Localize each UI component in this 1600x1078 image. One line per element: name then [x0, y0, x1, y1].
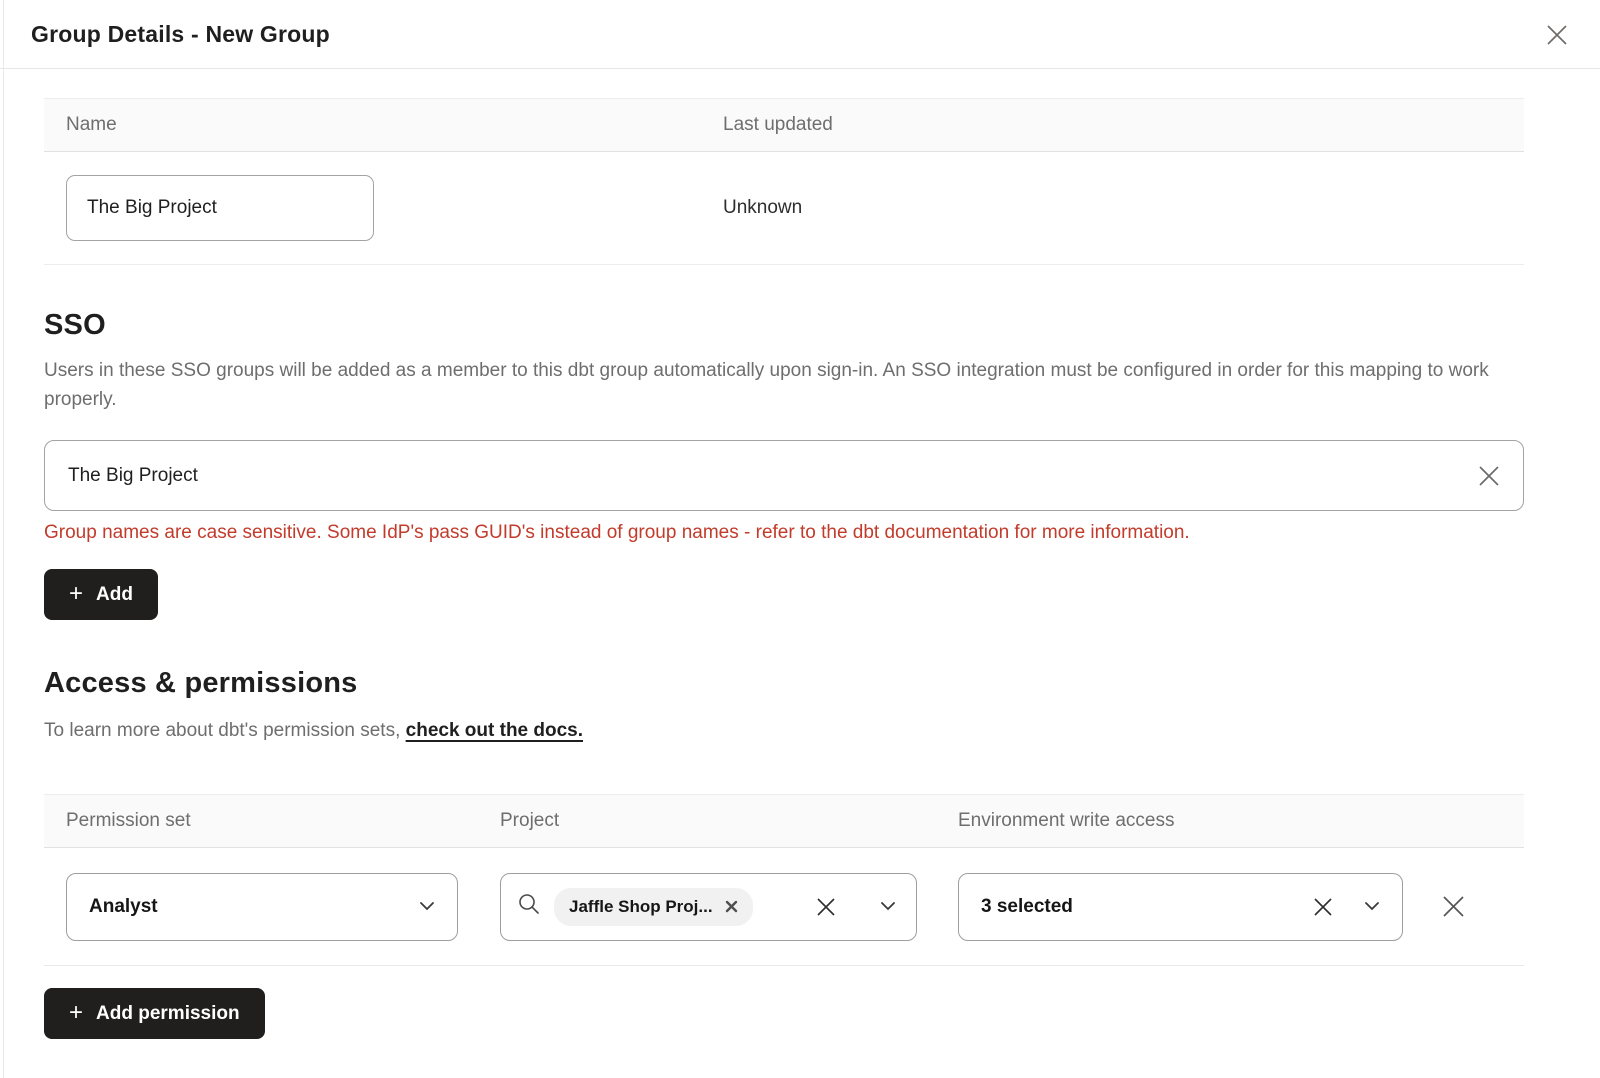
close-icon[interactable] [1542, 20, 1572, 50]
chevron-down-icon [419, 898, 435, 916]
permission-set-value: Analyst [89, 896, 158, 918]
sso-section: SSO Users in these SSO groups will be ad… [44, 309, 1524, 620]
project-tag-remove-icon[interactable] [725, 900, 738, 913]
search-icon [517, 892, 541, 921]
access-permissions-section: Access & permissions To learn more about… [44, 667, 1524, 1039]
permissions-table: Permission set Project Environment write… [44, 794, 1524, 966]
project-tag-label: Jaffle Shop Proj... [569, 897, 713, 917]
docs-link[interactable]: check out the docs. [406, 720, 583, 741]
group-table-row: Unknown [44, 152, 1524, 265]
environment-access-select[interactable]: 3 selected [958, 873, 1403, 941]
permission-row: Analyst Jaffle Shop Proj... [44, 848, 1524, 966]
column-header-environment: Environment write access [958, 810, 1524, 832]
project-select[interactable]: Jaffle Shop Proj... [500, 873, 917, 941]
docs-sentence: To learn more about dbt's permission set… [44, 720, 1524, 742]
project-tag: Jaffle Shop Proj... [554, 888, 753, 926]
sso-clear-icon[interactable] [1474, 461, 1504, 491]
project-clear-icon[interactable] [813, 894, 839, 920]
page-title: Group Details - New Group [31, 21, 330, 48]
add-permission-button-label: Add permission [96, 1003, 240, 1025]
group-table: Name Last updated Unknown [44, 98, 1524, 265]
sso-heading: SSO [44, 309, 1524, 342]
docs-sentence-prefix: To learn more about dbt's permission set… [44, 720, 406, 741]
sso-group-input[interactable] [44, 440, 1524, 511]
access-permissions-heading: Access & permissions [44, 667, 1524, 700]
delete-permission-row-icon[interactable] [1438, 892, 1468, 922]
add-button-label: Add [96, 584, 133, 606]
panel-left-edge [3, 0, 4, 1078]
group-table-header: Name Last updated [44, 98, 1524, 152]
modal-body: Name Last updated Unknown SSO Users in t… [0, 98, 1600, 1039]
modal-header: Group Details - New Group [0, 0, 1600, 69]
permission-set-select[interactable]: Analyst [66, 873, 458, 941]
environment-clear-icon[interactable] [1310, 894, 1336, 920]
add-permission-button[interactable]: + Add permission [44, 988, 265, 1039]
last-updated-value: Unknown [723, 197, 1524, 219]
sso-description: Users in these SSO groups will be added … [44, 356, 1514, 414]
column-header-name: Name [44, 114, 723, 136]
column-header-project: Project [500, 810, 958, 832]
column-header-last-updated: Last updated [723, 114, 1524, 136]
permissions-table-header: Permission set Project Environment write… [44, 794, 1524, 848]
environment-access-value: 3 selected [981, 896, 1073, 918]
sso-group-field [44, 440, 1524, 511]
group-name-input[interactable] [66, 175, 374, 241]
chevron-down-icon [880, 898, 896, 916]
sso-warning-text: Group names are case sensitive. Some IdP… [44, 522, 1524, 544]
column-header-permission-set: Permission set [44, 810, 500, 832]
plus-icon: + [69, 1001, 83, 1025]
plus-icon: + [69, 582, 83, 606]
add-sso-group-button[interactable]: + Add [44, 569, 158, 620]
chevron-down-icon [1364, 898, 1380, 916]
